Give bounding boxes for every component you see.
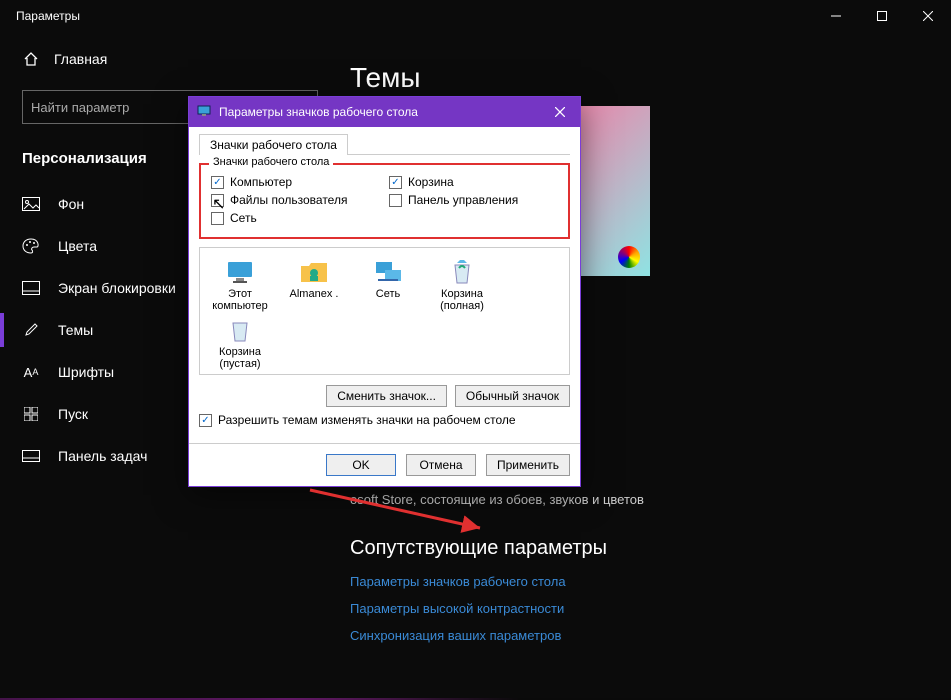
page-heading: Темы [350,62,921,94]
checkbox-label: Корзина [408,175,454,189]
checkbox-userfiles[interactable]: Файлы пользователя [211,193,361,207]
icon-item-recyclebin-empty[interactable]: Корзина (пустая) [208,316,272,370]
home-label: Главная [54,51,107,67]
sidebar-item-label: Темы [58,322,93,338]
dialog-icon [197,105,211,120]
home-link[interactable]: Главная [0,42,340,76]
color-wheel-icon [618,246,640,268]
checkbox-label: Панель управления [408,193,518,207]
apply-button[interactable]: Применить [486,454,570,476]
palette-icon [22,237,40,255]
dialog-tabstrip: Значки рабочего стола [199,133,570,155]
start-icon [22,405,40,423]
checkbox-label: Компьютер [230,175,292,189]
monitor-icon [223,258,257,286]
sidebar-item-label: Цвета [58,238,97,254]
user-folder-icon [297,258,331,286]
cancel-button[interactable]: Отмена [406,454,476,476]
default-icon-button[interactable]: Обычный значок [455,385,570,407]
sidebar-item-label: Шрифты [58,364,114,380]
dialog-title: Параметры значков рабочего стола [219,105,532,119]
brush-icon [22,321,40,339]
change-icon-button[interactable]: Сменить значок... [326,385,447,407]
icon-item-user[interactable]: Almanex . [282,258,346,312]
sidebar-item-label: Панель задач [58,448,147,464]
icon-label: Сеть [376,288,400,300]
checkbox-label: Разрешить темам изменять значки на рабоч… [218,413,516,427]
titlebar: Параметры [0,0,951,32]
section-desc: osoft Store, состоящие из обоев, звуков … [350,492,921,507]
icon-label: Корзина (пустая) [219,346,261,370]
link-high-contrast[interactable]: Параметры высокой контрастности [350,595,921,622]
minimize-button[interactable] [813,0,859,32]
icon-item-recyclebin-full[interactable]: Корзина (полная) [430,258,494,312]
checkbox-label: Файлы пользователя [230,193,347,207]
lockscreen-icon [22,279,40,297]
window-title: Параметры [16,9,813,23]
icon-label: Этот компьютер [212,288,267,312]
icon-preview-list[interactable]: Этот компьютер Almanex . Сеть Корзина (п… [199,247,570,375]
checkbox-label: Сеть [230,211,257,225]
icon-item-thispc[interactable]: Этот компьютер [208,258,272,312]
picture-icon [22,195,40,213]
checkbox-controlpanel[interactable]: Панель управления [389,193,539,207]
icons-groupbox: Значки рабочего стола ✓Компьютер ✓Корзин… [199,163,570,239]
recyclebin-empty-icon [223,316,257,344]
dialog-close-button[interactable] [540,97,580,127]
checkbox-network[interactable]: Сеть [211,211,361,225]
group-legend: Значки рабочего стола [209,156,333,168]
close-button[interactable] [905,0,951,32]
link-desktop-icons[interactable]: Параметры значков рабочего стола [350,568,921,595]
maximize-button[interactable] [859,0,905,32]
icon-label: Корзина (полная) [440,288,484,312]
taskbar-icon [22,447,40,465]
desktop-icons-dialog: Параметры значков рабочего стола Значки … [188,96,581,487]
home-icon [22,50,40,68]
link-sync-settings[interactable]: Синхронизация ваших параметров [350,622,921,649]
icon-item-network[interactable]: Сеть [356,258,420,312]
tab-desktop-icons[interactable]: Значки рабочего стола [199,134,348,155]
recyclebin-full-icon [445,258,479,286]
sidebar-item-label: Фон [58,196,84,212]
sidebar-item-label: Экран блокировки [58,280,176,296]
related-heading: Сопутствующие параметры [350,537,921,560]
dialog-titlebar[interactable]: Параметры значков рабочего стола [189,97,580,127]
allow-themes-checkbox[interactable]: ✓ Разрешить темам изменять значки на раб… [199,413,570,427]
ok-button[interactable]: OK [326,454,396,476]
font-icon: AA [22,363,40,381]
checkbox-recyclebin[interactable]: ✓Корзина [389,175,539,189]
network-icon [371,258,405,286]
icon-label: Almanex . [290,288,339,300]
sidebar-item-label: Пуск [58,406,88,422]
checkbox-computer[interactable]: ✓Компьютер [211,175,361,189]
